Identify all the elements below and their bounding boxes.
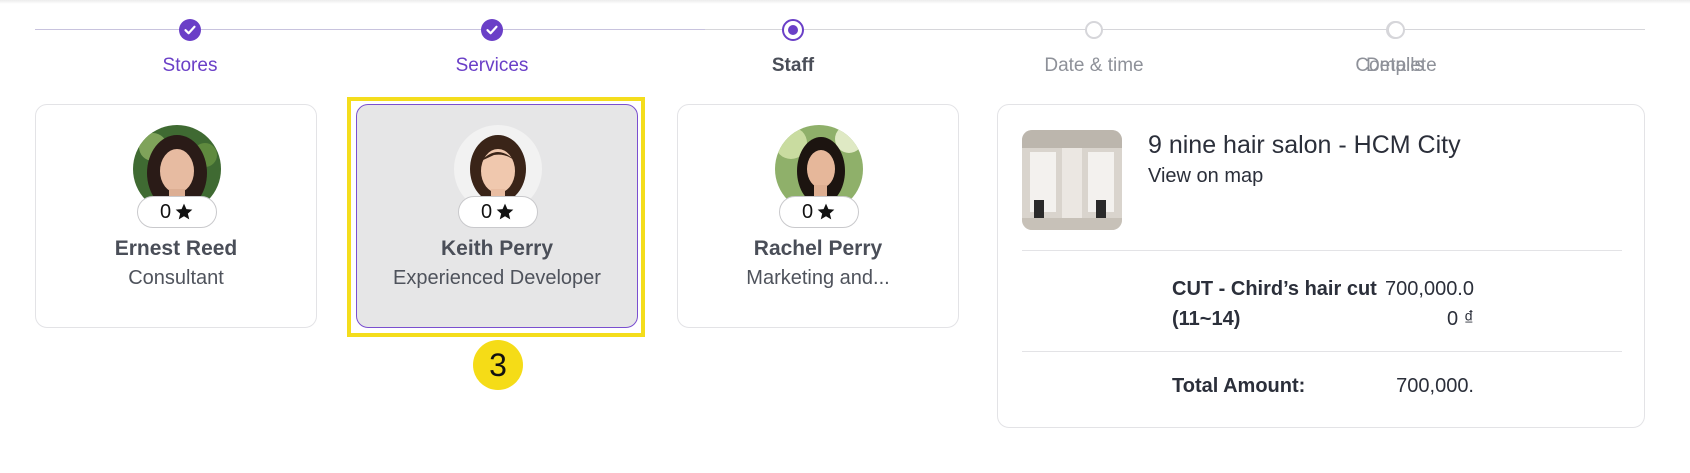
staff-role: Experienced Developer: [393, 267, 601, 289]
staff-role: Marketing and...: [746, 267, 890, 289]
service-name: CUT - Chird’s hair cut (11~14): [1172, 278, 1377, 330]
staff-name: Ernest Reed: [114, 237, 238, 260]
stepper-progress-line: [35, 29, 705, 30]
view-on-map-link[interactable]: View on map: [1148, 165, 1263, 188]
rating-badge: 0: [458, 196, 538, 228]
step-label: Complete: [1355, 55, 1437, 76]
staff-card-ernest-reed[interactable]: 0 Ernest Reed Consultant: [35, 104, 317, 328]
staff-role: Consultant: [128, 267, 224, 289]
check-icon: [179, 19, 201, 41]
stepper-remaining-line: [705, 29, 1645, 30]
rating-value: 0: [480, 200, 493, 223]
booking-summary: 9 nine hair salon - HCM City View on map…: [997, 104, 1645, 428]
star-icon: [817, 203, 835, 220]
current-step-icon: [782, 19, 804, 41]
staff-name: Keith Perry: [440, 237, 554, 260]
star-icon: [175, 203, 193, 220]
pending-step-icon: [1387, 21, 1405, 39]
divider: [1022, 250, 1622, 251]
booking-stepper: Stores Services Staff Date & time Detail…: [0, 0, 1690, 90]
step-label: Services: [455, 55, 529, 76]
service-price: 700,000.00 ₫: [1385, 278, 1474, 330]
step-label: Staff: [771, 55, 815, 76]
rating-badge: 0: [137, 196, 217, 228]
rating-badge: 0: [779, 196, 859, 228]
staff-card-keith-perry[interactable]: 0 Keith Perry Experienced Developer: [356, 104, 638, 328]
step-marker: 3: [473, 340, 523, 390]
total-amount-label: Total Amount:: [1172, 375, 1306, 397]
total-amount-value: 700,000.: [1396, 375, 1474, 397]
staff-card-rachel-perry[interactable]: 0 Rachel Perry Marketing and...: [677, 104, 959, 328]
check-icon: [481, 19, 503, 41]
pending-step-icon: [1085, 21, 1103, 39]
rating-value: 0: [801, 200, 814, 223]
star-icon: [496, 203, 514, 220]
divider: [1022, 351, 1622, 352]
step-label: Stores: [162, 55, 218, 76]
staff-name: Rachel Perry: [753, 237, 883, 260]
store-name: 9 nine hair salon - HCM City: [1148, 131, 1461, 159]
store-image: [1022, 130, 1122, 230]
rating-value: 0: [159, 200, 172, 223]
step-label: Date & time: [1044, 55, 1144, 76]
